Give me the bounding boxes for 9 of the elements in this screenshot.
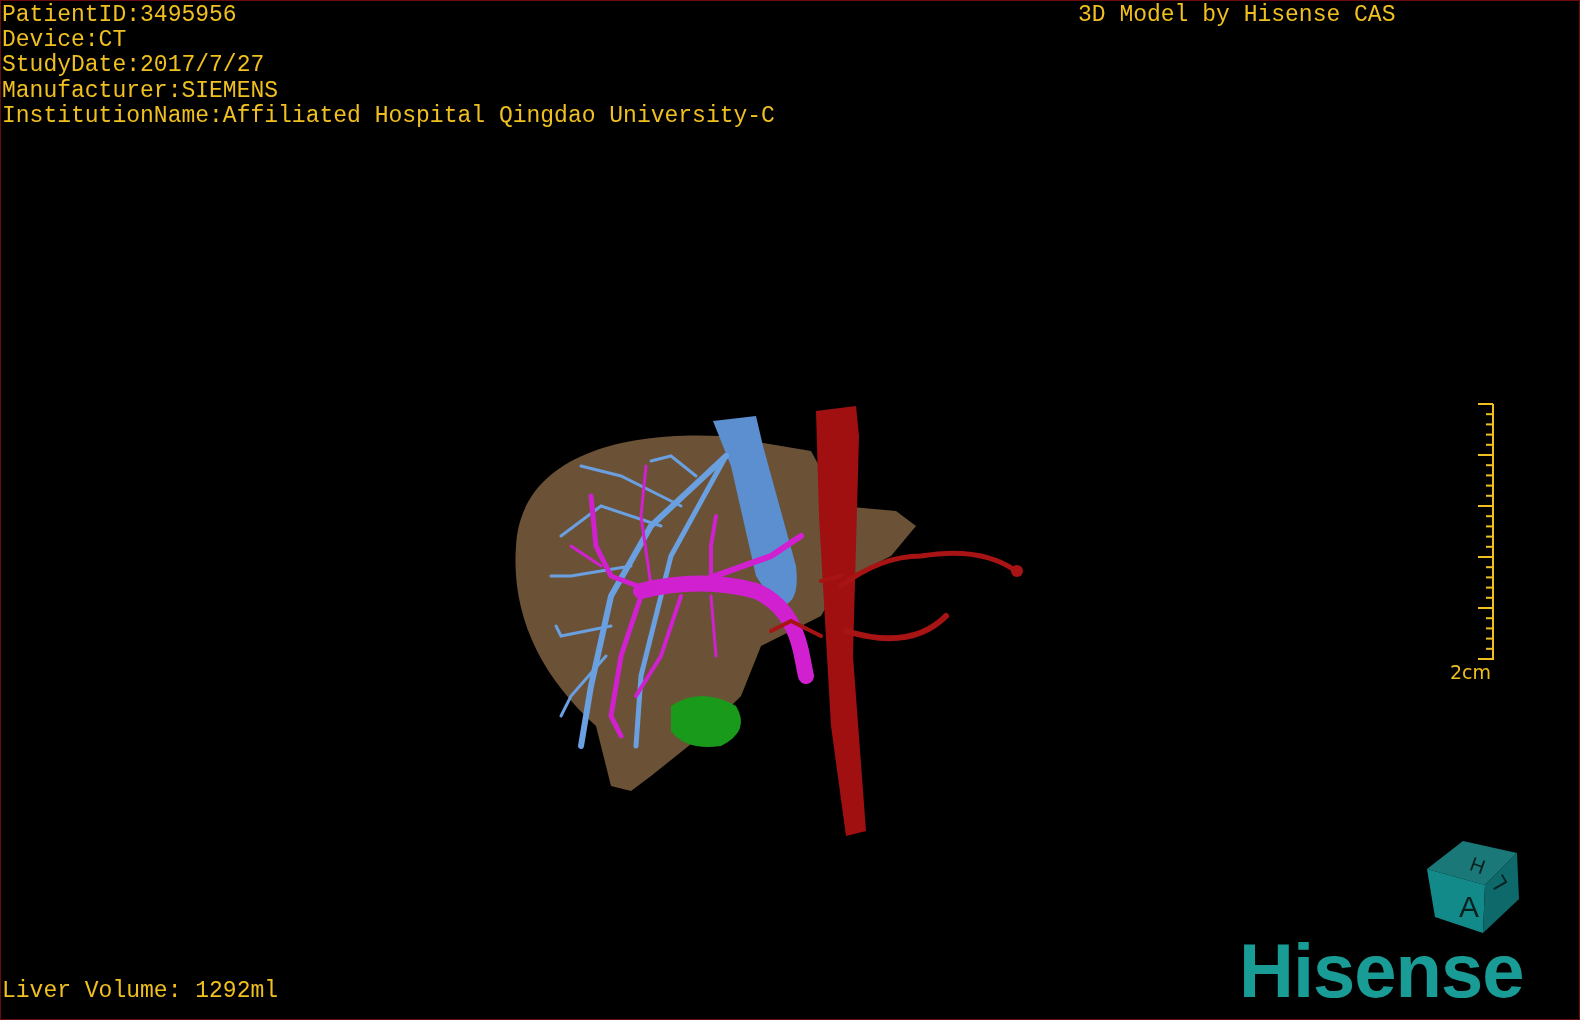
study-info-text: Manufacturer:SIEMENS [2,78,280,104]
liver-volume-text: Liver Volume: 1292ml [2,978,279,1004]
scale-label: 2cm [1450,661,1492,683]
study-info-text: PatientID:3495956 [2,3,238,28]
brand-logo: Hisense [1239,931,1524,1011]
study-info-text: Device:CT [2,28,127,54]
study-info-text: StudyDate:2017/7/27 [2,53,266,79]
study-info-text: InstitutionName:Affiliated Hospital Qingdao University-C [2,103,775,129]
viewer-title: 3D Model by Hisense CAS [1078,3,1396,28]
